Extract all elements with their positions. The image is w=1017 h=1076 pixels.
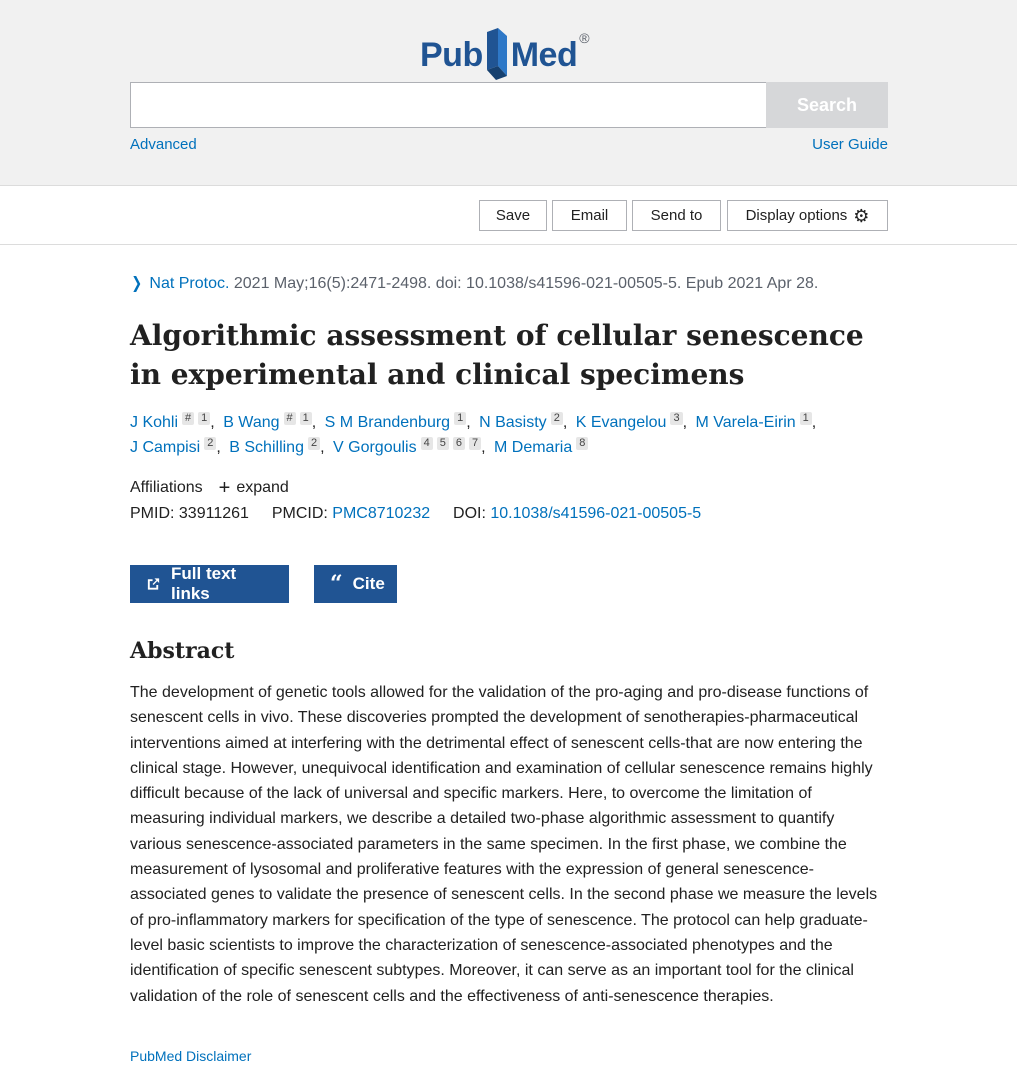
affiliations-row: Affiliations + expand: [130, 477, 289, 500]
display-options-button[interactable]: Display options ⚙: [727, 200, 888, 231]
abstract-heading: Abstract: [130, 638, 235, 664]
author-mark[interactable]: 6: [452, 437, 465, 450]
author-link[interactable]: V Gorgoulis: [333, 439, 417, 456]
user-guide-link[interactable]: User Guide: [812, 136, 888, 153]
author-mark[interactable]: 1: [198, 412, 211, 425]
author-link[interactable]: J Kohli: [130, 414, 178, 431]
external-link-icon: [147, 578, 160, 590]
article-toolbar: Save Email Send to Display options ⚙: [0, 186, 1017, 245]
pubmed-logo[interactable]: Pub Med ®: [420, 20, 590, 82]
author-mark[interactable]: 1: [299, 412, 312, 425]
author-link[interactable]: N Basisty: [479, 414, 547, 431]
article-title: Algorithmic assessment of cellular senes…: [130, 319, 864, 391]
author-mark[interactable]: 4: [420, 437, 433, 450]
author-link[interactable]: B Schilling: [229, 439, 304, 456]
author-mark[interactable]: 2: [550, 412, 563, 425]
author-link[interactable]: J Campisi: [130, 439, 200, 456]
site-header: Pub Med ® Search Advanced User Guide: [0, 0, 1017, 186]
author-mark[interactable]: 2: [204, 437, 217, 450]
author-mark[interactable]: 3: [670, 412, 683, 425]
expand-affiliations-toggle[interactable]: expand: [236, 479, 289, 496]
advanced-search-link[interactable]: Advanced: [130, 136, 197, 153]
registered-mark: ®: [579, 30, 590, 46]
author-mark[interactable]: 5: [436, 437, 449, 450]
author-link[interactable]: B Wang: [223, 414, 279, 431]
doi-label: DOI:: [453, 505, 486, 522]
author-mark[interactable]: #: [283, 412, 296, 425]
chevron-right-icon[interactable]: ❯: [131, 273, 142, 293]
doi-link[interactable]: 10.1038/s41596-021-00505-5: [490, 505, 701, 522]
logo-text-pub: Pub: [420, 36, 483, 74]
search-button[interactable]: Search: [766, 82, 888, 128]
author-link[interactable]: K Evangelou: [576, 414, 667, 431]
author-mark[interactable]: 7: [468, 437, 482, 450]
author-link[interactable]: M Demaria: [494, 439, 572, 456]
journal-link[interactable]: Nat Protoc.: [149, 275, 229, 292]
pmcid-label: PMCID:: [271, 505, 328, 522]
pubmed-book-icon: [486, 28, 507, 80]
author-mark[interactable]: 1: [454, 412, 467, 425]
identifiers-row: PMID: 33911261 PMCID: PMC8710232 DOI: 10…: [130, 505, 701, 523]
pmcid-link[interactable]: PMC8710232: [332, 505, 430, 522]
affiliations-label: Affiliations: [130, 479, 203, 496]
gear-icon: ⚙: [853, 205, 870, 226]
pubmed-disclaimer-link[interactable]: PubMed Disclaimer: [130, 1048, 251, 1064]
save-button[interactable]: Save: [479, 200, 547, 231]
search-input[interactable]: [130, 82, 767, 128]
author-mark[interactable]: 1: [799, 412, 812, 425]
author-mark[interactable]: 8: [576, 437, 589, 450]
display-options-label: Display options: [745, 207, 848, 224]
author-link[interactable]: M Varela-Eirin: [695, 414, 795, 431]
pmid-label: PMID:: [130, 505, 175, 522]
send-to-button[interactable]: Send to: [632, 200, 721, 231]
author-mark[interactable]: 2: [307, 437, 321, 450]
cite-label: Cite: [352, 574, 385, 593]
citation-details: 2021 May;16(5):2471-2498. doi: 10.1038/s…: [229, 275, 819, 292]
full-text-links-button[interactable]: Full text links: [130, 564, 289, 603]
author-link[interactable]: S M Brandenburg: [325, 414, 450, 431]
author-mark[interactable]: #: [182, 412, 195, 425]
quote-icon: “: [330, 571, 343, 597]
cite-button[interactable]: “ Cite: [314, 565, 397, 603]
abstract-text: The development of genetic tools allowed…: [130, 684, 878, 1005]
pmid-value: 33911261: [178, 505, 249, 522]
plus-icon[interactable]: +: [219, 477, 231, 499]
full-text-links-label: Full text links: [171, 564, 237, 603]
authors-list: J Kohli #1, B Wang #1, S M Brandenburg 1, N…: [130, 412, 817, 456]
citation-line: ❯ Nat Protoc. 2021 May;16(5):2471-2498. d…: [130, 273, 818, 293]
logo-text-med: Med: [510, 36, 578, 74]
email-button[interactable]: Email: [552, 200, 627, 231]
